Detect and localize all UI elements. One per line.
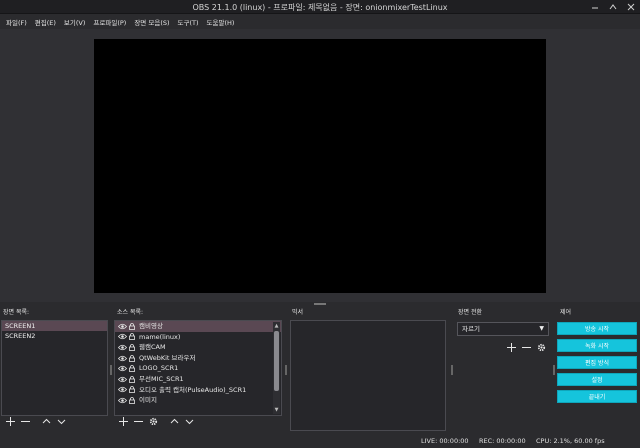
menu-scene-collection[interactable]: 장면 모음(S) (131, 17, 172, 27)
add-transition-icon[interactable] (506, 343, 516, 355)
menu-tools[interactable]: 도구(T) (175, 17, 202, 27)
mixer-title: 믹서 (292, 309, 304, 316)
scroll-thumb[interactable] (274, 331, 279, 391)
transition-properties-gear-icon[interactable] (536, 343, 546, 355)
scroll-down-icon[interactable]: ▼ (273, 406, 280, 414)
source-item-label: QtWebKit 브라우저 (139, 353, 196, 362)
scene-item-screen1[interactable]: SCREEN1 (2, 321, 107, 331)
preview-area (0, 29, 640, 302)
minimize-icon[interactable] (590, 2, 600, 12)
source-item[interactable]: LOGO_SCR1 (115, 363, 281, 374)
live-status: LIVE: 00:00:00 (421, 437, 469, 445)
add-source-icon[interactable] (118, 417, 128, 429)
source-item[interactable]: 무선MIC_SCR1 (115, 374, 281, 385)
remove-transition-icon[interactable] (521, 343, 531, 355)
transition-select-value: 자르기 (462, 325, 480, 333)
transitions-title: 장면 전환 (458, 309, 482, 316)
menu-file[interactable]: 파일(F) (3, 17, 30, 27)
source-properties-gear-icon[interactable] (148, 417, 158, 429)
close-icon[interactable] (626, 2, 636, 12)
source-item[interactable]: 웹캠CAM (115, 342, 281, 353)
dock-grip[interactable] (451, 365, 453, 375)
chevron-down-icon: ▼ (539, 325, 544, 332)
eye-icon[interactable] (117, 355, 128, 362)
settings-button[interactable]: 설정 (557, 373, 637, 386)
scenes-toolbar (5, 417, 66, 429)
lock-icon[interactable] (129, 354, 135, 362)
source-item-label: 이미지 (139, 396, 157, 405)
exit-button[interactable]: 끝내기 (557, 390, 637, 403)
move-down-icon[interactable] (56, 417, 66, 429)
sources-title: 소스 목록: (117, 309, 144, 316)
sources-toolbar (118, 417, 194, 429)
eye-icon[interactable] (117, 333, 128, 340)
scenes-list[interactable]: SCREEN1 SCREEN2 (1, 320, 108, 416)
eye-icon[interactable] (117, 323, 128, 330)
eye-icon[interactable] (117, 386, 128, 393)
source-item[interactable]: 캠비영상 (115, 321, 281, 332)
mixer-panel (290, 320, 446, 431)
source-move-up-icon[interactable] (169, 417, 179, 429)
window-title: OBS 21.1.0 (linux) - 프로파일: 제목없음 - 장면: on… (192, 3, 448, 12)
source-item-label: LOGO_SCR1 (139, 364, 179, 373)
eye-icon[interactable] (117, 376, 128, 383)
scroll-up-icon[interactable]: ▲ (273, 322, 280, 330)
studio-mode-button[interactable]: 편집 방식 (557, 356, 637, 369)
menu-view[interactable]: 보기(V) (61, 17, 88, 27)
source-item-label: 웹캠CAM (139, 343, 166, 352)
sources-list[interactable]: 캠비영상 mame(linux) 웹캠CAM QtWebKit 브라우저 LOGO_SC… (114, 320, 282, 416)
dock-splitter-handle[interactable] (314, 303, 326, 305)
start-recording-button[interactable]: 녹화 시작 (557, 339, 637, 352)
source-item-label: mame(linux) (139, 332, 181, 341)
dock-grip[interactable] (285, 365, 287, 375)
preview-canvas[interactable] (94, 39, 546, 293)
lock-icon[interactable] (129, 333, 135, 341)
maximize-icon[interactable] (608, 2, 618, 12)
lock-icon[interactable] (129, 322, 135, 330)
eye-icon[interactable] (117, 365, 128, 372)
source-item[interactable]: mame(linux) (115, 332, 281, 343)
status-bar: LIVE: 00:00:00 REC: 00:00:00 CPU: 2.1%, … (0, 435, 640, 448)
lock-icon[interactable] (129, 365, 135, 373)
source-item-label: 캠비영상 (139, 322, 163, 330)
menu-help[interactable]: 도움말(H) (204, 17, 238, 27)
move-up-icon[interactable] (41, 417, 51, 429)
source-move-down-icon[interactable] (184, 417, 194, 429)
rec-status: REC: 00:00:00 (479, 437, 526, 445)
controls-title: 제어 (560, 309, 572, 316)
menu-edit[interactable]: 편집(E) (32, 17, 59, 27)
add-scene-icon[interactable] (5, 417, 15, 429)
start-streaming-button[interactable]: 방송 시작 (557, 322, 637, 335)
lock-icon[interactable] (129, 375, 135, 383)
title-bar: OBS 21.1.0 (linux) - 프로파일: 제목없음 - 장면: on… (0, 0, 640, 14)
sources-scrollbar[interactable]: ▲ ▼ (273, 322, 280, 414)
lock-icon[interactable] (129, 397, 135, 404)
menu-bar: 파일(F) 편집(E) 보기(V) 프로파일(P) 장면 모음(S) 도구(T)… (0, 14, 640, 29)
eye-icon[interactable] (117, 397, 128, 404)
lock-icon[interactable] (129, 386, 135, 394)
dock-grip[interactable] (553, 365, 555, 375)
source-item[interactable]: 이미지 (115, 395, 281, 406)
remove-scene-icon[interactable] (20, 417, 30, 429)
cpu-status: CPU: 2.1%, 60.00 fps (536, 437, 605, 445)
scenes-title: 장면 목록: (3, 309, 30, 316)
transitions-toolbar (506, 343, 546, 355)
transition-select[interactable]: 자르기 ▼ (457, 322, 549, 336)
scene-item-screen2[interactable]: SCREEN2 (2, 331, 107, 341)
eye-icon[interactable] (117, 344, 128, 351)
source-item[interactable]: QtWebKit 브라우저 (115, 353, 281, 364)
dock-grip[interactable] (110, 365, 112, 375)
lock-icon[interactable] (129, 344, 135, 351)
menu-profile[interactable]: 프로파일(P) (90, 17, 129, 27)
source-item[interactable]: 오디오 출력 캡처(PulseAudio)_SCR1 (115, 385, 281, 396)
source-item-label: 오디오 출력 캡처(PulseAudio)_SCR1 (139, 385, 247, 394)
remove-source-icon[interactable] (133, 417, 143, 429)
source-item-label: 무선MIC_SCR1 (139, 374, 184, 383)
